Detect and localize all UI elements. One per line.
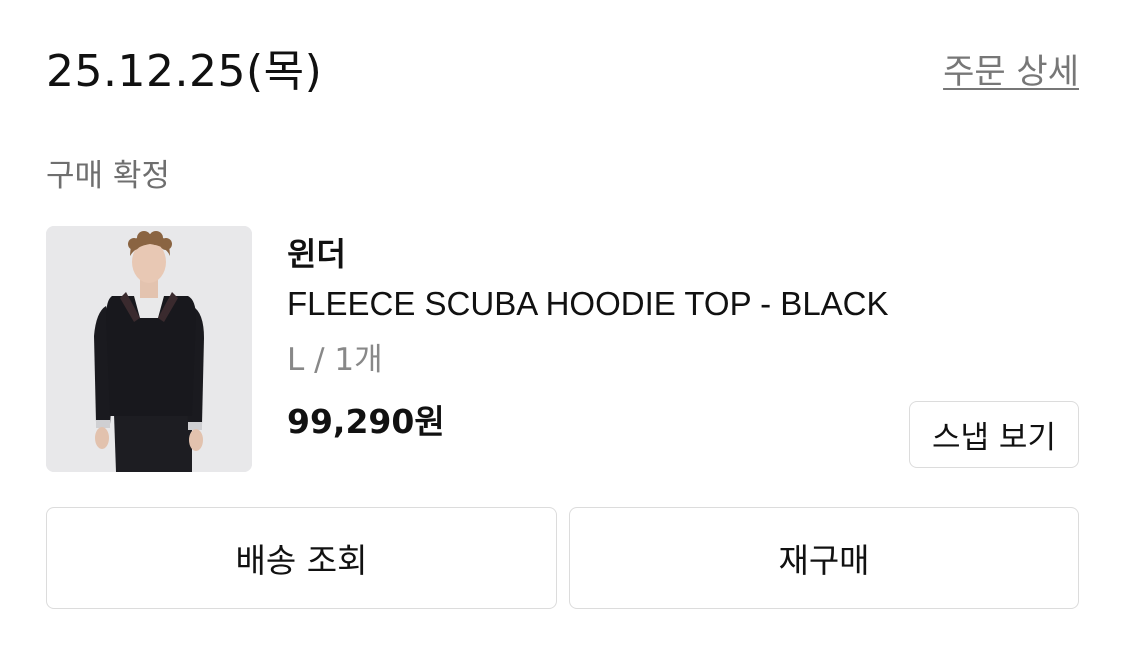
- order-status: 구매 확정: [46, 158, 170, 194]
- product-image[interactable]: [46, 226, 252, 472]
- product-info: 윈더 FLEECE SCUBA HOODIE TOP - BLACK L / 1…: [287, 232, 889, 444]
- order-date: 25.12.25(목): [46, 46, 323, 97]
- brand-name[interactable]: 윈더: [287, 232, 889, 282]
- product-option: L / 1개: [287, 342, 383, 378]
- snap-view-button[interactable]: 스냅 보기: [909, 401, 1079, 468]
- product-photo-icon: [46, 226, 252, 472]
- order-detail-link[interactable]: 주문 상세: [943, 50, 1079, 94]
- rebuy-button[interactable]: 재구매: [569, 507, 1079, 609]
- product-name[interactable]: FLEECE SCUBA HOODIE TOP - BLACK: [287, 282, 889, 338]
- product-price: 99,290원: [287, 402, 445, 441]
- delivery-tracking-button[interactable]: 배송 조회: [46, 507, 557, 609]
